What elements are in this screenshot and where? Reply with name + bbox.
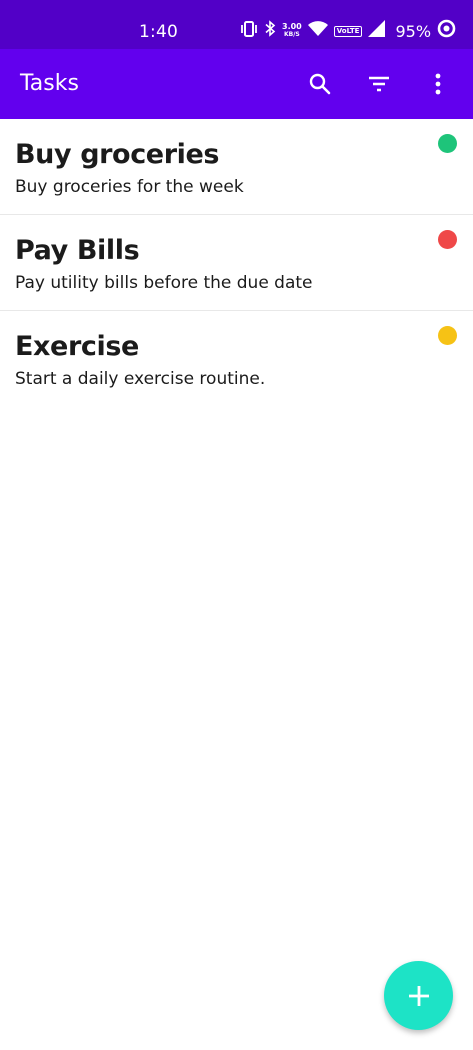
search-icon <box>309 73 331 95</box>
app-bar: Tasks <box>0 49 473 119</box>
filter-icon <box>369 76 389 92</box>
net-speed: 3.00 KB/S <box>282 23 302 39</box>
task-description: Start a daily exercise routine. <box>15 369 266 389</box>
wifi-icon <box>307 21 328 41</box>
task-item[interactable]: Buy groceries Buy groceries for the week <box>0 119 473 215</box>
task-title: Pay Bills <box>15 235 140 266</box>
task-description: Buy groceries for the week <box>15 177 244 197</box>
search-button[interactable] <box>306 70 334 98</box>
task-item[interactable]: Exercise Start a daily exercise routine. <box>0 311 473 407</box>
battery-percent: 95% <box>395 21 432 41</box>
add-task-button[interactable] <box>384 961 453 1030</box>
bluetooth-icon <box>264 20 276 42</box>
vibrate-icon <box>240 20 258 42</box>
more-vert-icon <box>435 73 441 95</box>
task-item[interactable]: Pay Bills Pay utility bills before the d… <box>0 215 473 311</box>
task-title: Exercise <box>15 331 139 362</box>
more-options-button[interactable] <box>424 70 452 98</box>
app-title: Tasks <box>20 71 79 96</box>
signal-icon <box>368 20 386 42</box>
filter-button[interactable] <box>365 70 393 98</box>
priority-indicator <box>438 134 457 153</box>
status-bar: 1:40 3.00 KB/S VoLTE 95% <box>0 0 473 49</box>
task-title: Buy groceries <box>15 139 220 170</box>
net-speed-unit: KB/S <box>284 31 300 38</box>
task-description: Pay utility bills before the due date <box>15 273 313 293</box>
priority-indicator <box>438 230 457 249</box>
priority-indicator <box>438 326 457 345</box>
status-icons: 3.00 KB/S VoLTE 95% <box>240 19 456 43</box>
status-time: 1:40 <box>139 22 178 42</box>
net-speed-value: 3.00 <box>282 22 302 31</box>
battery-ring-icon <box>437 19 456 43</box>
volte-badge: VoLTE <box>333 25 363 37</box>
add-icon <box>408 985 429 1006</box>
task-list: Buy groceries Buy groceries for the week… <box>0 119 473 407</box>
